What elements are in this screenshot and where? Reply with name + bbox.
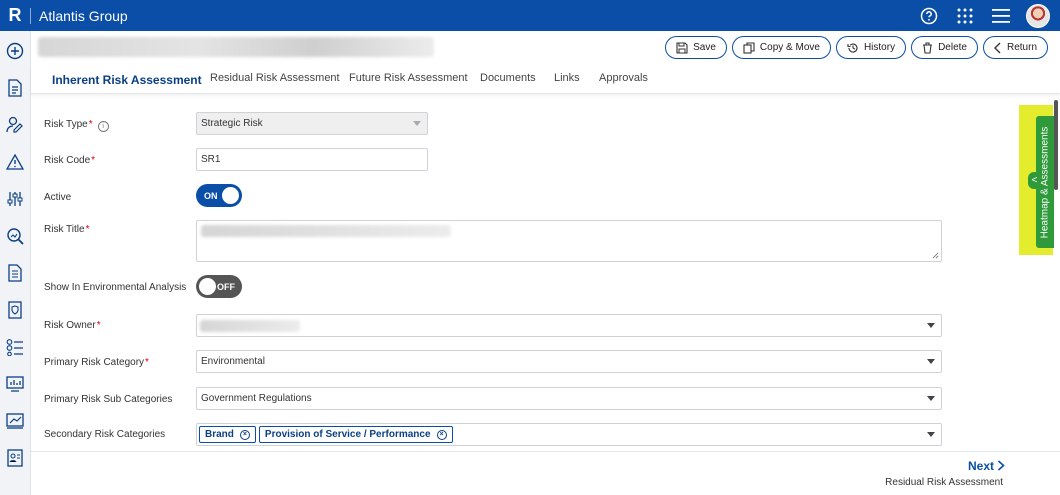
delete-label: Delete [938, 42, 967, 53]
required-marker: * [85, 224, 90, 235]
primary-risk-category-label: Primary Risk Category* [44, 357, 149, 368]
show-env-toggle-state: OFF [217, 281, 235, 292]
save-button[interactable]: Save [665, 36, 727, 59]
tab-residual-risk-assessment[interactable]: Residual Risk Assessment [210, 72, 340, 84]
risk-type-select[interactable]: Strategic Risk [196, 112, 428, 135]
chip-brand: Brand × [199, 426, 256, 443]
primary-risk-sub-categories-select[interactable]: Government Regulations [196, 387, 942, 410]
trash-icon [923, 41, 933, 54]
user-avatar[interactable] [1026, 3, 1050, 28]
required-marker: * [88, 119, 93, 130]
history-icon [847, 43, 858, 53]
primary-risk-sub-categories-value: Government Regulations [201, 393, 312, 404]
primary-risk-category-value: Environmental [201, 356, 265, 367]
risk-code-input[interactable]: SR1 [196, 148, 428, 171]
secondary-risk-categories-multiselect[interactable]: Brand × Provision of Service / Performan… [196, 423, 942, 446]
record-title-redacted [38, 37, 434, 57]
chevron-down-icon [927, 396, 935, 401]
chevron-right-icon [998, 460, 1006, 471]
required-marker: * [145, 357, 149, 368]
risk-title-redacted [201, 225, 451, 237]
active-toggle-state: ON [204, 190, 218, 201]
logo-divider [30, 7, 31, 24]
chip-label: Brand [205, 429, 234, 440]
copy-move-button[interactable]: Copy & Move [731, 36, 831, 59]
chevron-down-icon [927, 359, 935, 364]
risk-owner-redacted [200, 320, 300, 332]
chart-icon[interactable] [5, 411, 25, 431]
next-button[interactable]: Next [968, 459, 1006, 473]
remove-chip-icon[interactable]: × [436, 429, 447, 440]
show-env-analysis-label: Show In Environmental Analysis [44, 282, 187, 293]
logo[interactable]: R [0, 0, 30, 31]
document-icon[interactable] [5, 263, 25, 283]
delete-button[interactable]: Delete [911, 36, 978, 59]
remove-chip-icon[interactable]: × [239, 429, 250, 440]
tab-approvals[interactable]: Approvals [599, 72, 648, 84]
risk-title-textarea[interactable] [196, 220, 942, 262]
app-title: Atlantis Group [39, 7, 128, 24]
tab-links[interactable]: Links [554, 72, 580, 84]
tab-inherent-risk-assessment[interactable]: Inherent Risk Assessment [52, 73, 202, 87]
secondary-risk-categories-label: Secondary Risk Categories [44, 429, 166, 440]
risk-owner-select[interactable] [196, 314, 942, 337]
chevron-down-icon [927, 323, 935, 328]
primary-risk-category-select[interactable]: Environmental [196, 350, 942, 373]
tab-future-risk-assessment[interactable]: Future Risk Assessment [349, 72, 468, 84]
required-marker: * [91, 155, 96, 166]
chevron-down-icon [413, 121, 421, 126]
hamburger-menu-icon[interactable] [990, 5, 1012, 27]
primary-risk-sub-categories-label: Primary Risk Sub Categories [44, 394, 173, 405]
history-label: History [863, 42, 896, 53]
copy-icon [743, 41, 755, 54]
history-button[interactable]: History [835, 36, 907, 59]
shield-document-icon[interactable] [5, 300, 25, 320]
next-step-label: Residual Risk Assessment [885, 477, 1003, 488]
active-label: Active [44, 192, 72, 203]
chevron-left-icon [993, 42, 1001, 53]
scrollbar[interactable] [1054, 100, 1058, 190]
toggle-knob [199, 278, 216, 295]
document-edit-icon[interactable] [5, 78, 25, 98]
sliders-icon[interactable] [5, 189, 25, 209]
copy-move-label: Copy & Move [759, 42, 820, 53]
chevron-down-icon [927, 432, 935, 437]
search-analytics-icon[interactable] [5, 226, 25, 246]
chip-label: Provision of Service / Performance [264, 429, 431, 440]
tab-bar: Inherent Risk Assessment Residual Risk A… [31, 66, 1060, 94]
return-label: Return [1006, 42, 1037, 53]
toggle-knob [222, 187, 239, 204]
risk-code-value: SR1 [201, 154, 221, 165]
next-label: Next [968, 459, 995, 473]
user-edit-icon[interactable] [5, 115, 25, 135]
risk-owner-label: Risk Owner* [44, 320, 101, 331]
required-marker: * [96, 320, 101, 331]
apps-grid-icon[interactable] [954, 5, 976, 27]
warning-icon[interactable] [5, 152, 25, 172]
active-toggle[interactable]: ON [196, 184, 242, 207]
top-icons [918, 0, 1050, 31]
return-button[interactable]: Return [982, 36, 1048, 59]
checklist-icon[interactable] [5, 337, 25, 357]
footer-divider [31, 451, 1060, 452]
active-tab-indicator [43, 25, 197, 28]
help-icon[interactable] [918, 5, 940, 27]
report-icon[interactable] [5, 448, 25, 468]
left-sidebar [0, 31, 31, 495]
dashboard-icon[interactable] [5, 374, 25, 394]
risk-title-label: Risk Title* [44, 224, 90, 235]
risk-type-value: Strategic Risk [201, 118, 263, 129]
chip-provision-of-service: Provision of Service / Performance × [258, 426, 453, 443]
risk-code-label: Risk Code* [44, 155, 96, 166]
chevron-left-icon[interactable]: < [1028, 172, 1041, 189]
add-icon[interactable] [5, 41, 25, 61]
save-icon [676, 41, 688, 54]
save-label: Save [693, 42, 716, 53]
risk-type-label: Risk Type* i [44, 119, 109, 132]
action-toolbar: Save Copy & Move History Delete Return [665, 36, 1048, 59]
show-env-analysis-toggle[interactable]: OFF [196, 275, 242, 298]
info-icon[interactable]: i [97, 121, 109, 132]
tab-documents[interactable]: Documents [480, 72, 536, 84]
resize-handle-icon[interactable] [932, 252, 939, 259]
